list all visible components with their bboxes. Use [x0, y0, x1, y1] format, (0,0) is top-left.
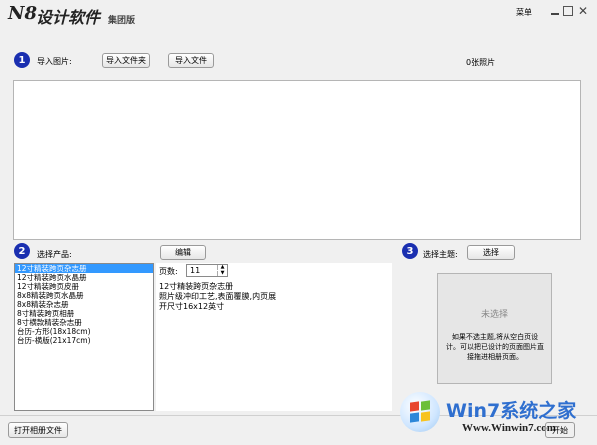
start-button[interactable]: 开始: [545, 422, 575, 438]
open-album-button[interactable]: 打开相册文件: [8, 422, 68, 438]
watermark-brand: Win7系统之家: [446, 400, 577, 422]
step3-number: 3: [402, 243, 418, 259]
product-list-item[interactable]: 12寸精装跨页皮册: [15, 282, 153, 291]
product-list[interactable]: 12寸精装跨页杂志册 12寸精装跨页水晶册 12寸精装跨页皮册 8x8精装跨页水晶册 8…: [14, 263, 154, 411]
product-description: 照片级冲印工艺,表面覆膜,内页展开尺寸16x12英寸: [159, 292, 277, 311]
close-icon[interactable]: ✕: [578, 4, 588, 18]
import-folder-button[interactable]: 导入文件夹: [102, 53, 150, 68]
theme-hint: 如果不选主题,将从空白页设计。可以把已设计的页面图片直接拖进相册页面。: [446, 333, 544, 361]
pages-value: 11: [190, 266, 201, 275]
product-list-item[interactable]: 台历-方形(18x18cm): [15, 327, 153, 336]
product-list-item[interactable]: 12寸精装跨页杂志册: [15, 264, 153, 273]
windows-logo-icon: [400, 392, 440, 432]
photo-count: 0张照片: [466, 58, 496, 67]
product-list-item[interactable]: 8寸精装跨页相册: [15, 309, 153, 318]
title-bar: N8 设计软件 集团版 菜单 ✕: [0, 0, 597, 30]
step1-label: 导入图片:: [37, 57, 72, 66]
stepper-down-icon[interactable]: ▼: [217, 271, 227, 276]
watermark-url: Www.Winwin7.com: [462, 422, 556, 434]
pages-label: 页数:: [159, 267, 178, 276]
step2-number: 2: [14, 243, 30, 259]
edit-button[interactable]: 编辑: [160, 245, 206, 260]
pages-stepper[interactable]: 11 ▲ ▼: [186, 264, 228, 277]
theme-preview-status: 未选择: [480, 310, 508, 320]
select-theme-button[interactable]: 选择: [467, 245, 515, 260]
product-name: 12寸精装跨页杂志册: [159, 282, 234, 291]
photo-drop-area[interactable]: [13, 80, 581, 240]
step2-label: 选择产品:: [37, 250, 72, 259]
minimize-icon[interactable]: [550, 6, 560, 16]
theme-preview[interactable]: 未选择 如果不选主题,将从空白页设计。可以把已设计的页面图片直接拖进相册页面。: [437, 273, 552, 384]
app-logo: N8: [8, 3, 37, 24]
product-list-item[interactable]: 8寸横款精装杂志册: [15, 318, 153, 327]
product-list-item[interactable]: 8x8精装跨页水晶册: [15, 291, 153, 300]
app-edition: 集团版: [108, 16, 136, 26]
menu-button[interactable]: 菜单: [516, 7, 532, 18]
product-list-item[interactable]: 12寸精装跨页水晶册: [15, 273, 153, 282]
import-file-button[interactable]: 导入文件: [168, 53, 214, 68]
app-title: 设计软件: [36, 8, 101, 27]
product-details: 页数: 11 ▲ ▼ 12寸精装跨页杂志册 照片级冲印工艺,表面覆膜,内页展开尺…: [156, 263, 392, 411]
maximize-icon[interactable]: [563, 6, 573, 16]
step1-number: 1: [14, 52, 30, 68]
product-list-item[interactable]: 8x8精装杂志册: [15, 300, 153, 309]
step3-label: 选择主题:: [423, 250, 458, 259]
product-list-item[interactable]: 台历-横版(21x17cm): [15, 336, 153, 345]
